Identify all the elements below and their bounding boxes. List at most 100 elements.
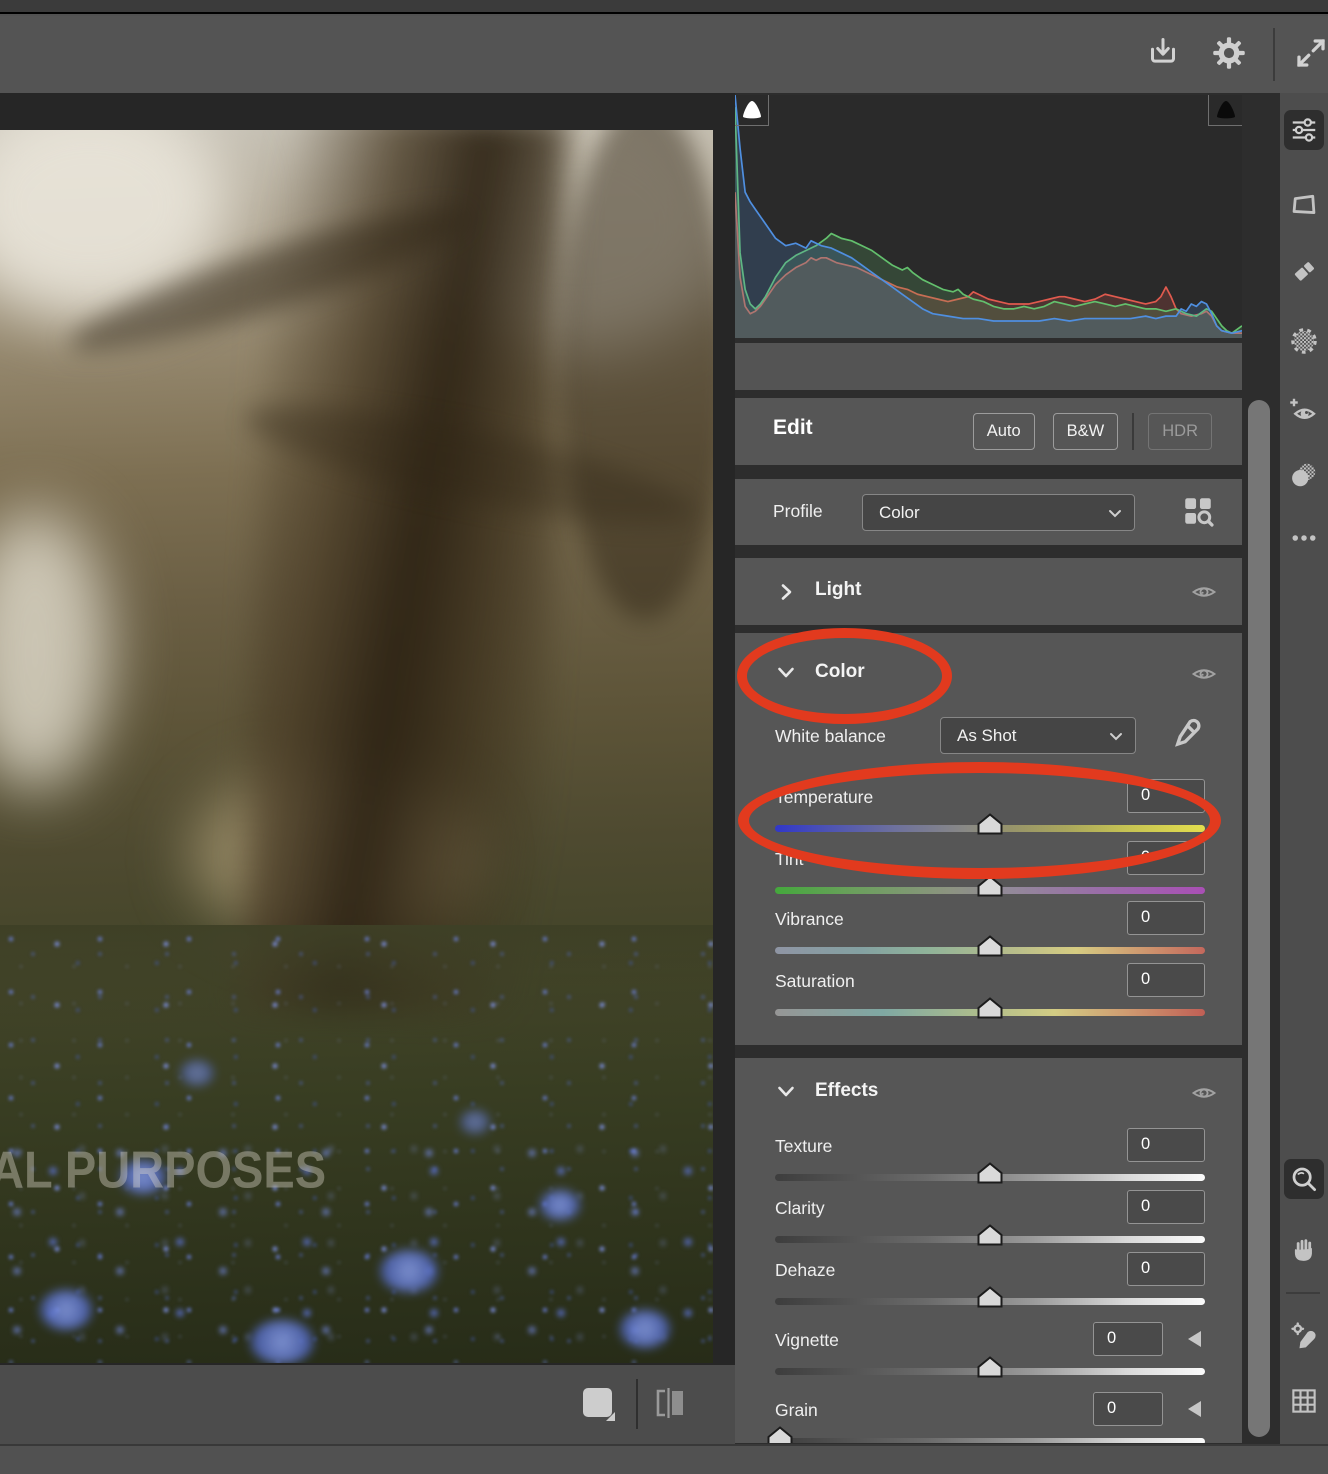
clarity-value-field[interactable]: 0 [1127,1190,1205,1224]
visibility-eye-icon[interactable] [1190,580,1218,604]
tree-branch [560,130,713,620]
bottom-strip [0,1444,1328,1474]
chevron-down-icon[interactable] [775,661,797,683]
grain-expand-icon[interactable] [1188,1401,1201,1417]
vignette-value-field[interactable]: 0 [1093,1322,1163,1356]
grid-overlay-tool[interactable] [1284,1381,1324,1421]
vibrance-slider-thumb[interactable] [977,935,1003,957]
flower-blob [380,1250,438,1292]
before-after-split-icon[interactable] [652,1386,690,1425]
light-section-header[interactable]: Light [735,558,1242,625]
tint-value: 0 [1141,848,1150,866]
panel-title: Edit [773,416,813,440]
profile-value: Color [879,503,920,523]
vibrance-value: 0 [1141,908,1150,926]
vignette-slider-thumb[interactable] [977,1356,1003,1378]
saturation-slider[interactable] [775,1009,1205,1016]
toolbar-divider [1273,28,1275,81]
saturation-slider-thumb[interactable] [977,997,1003,1019]
tint-label: Tint [775,849,804,870]
flower-blob [250,1320,314,1363]
tint-slider[interactable] [775,887,1205,894]
more-options-icon[interactable] [1284,518,1324,558]
tint-slider-thumb[interactable] [977,875,1003,897]
rail-divider [1286,1292,1320,1294]
clarity-slider-thumb[interactable] [977,1224,1003,1246]
grain-value-field[interactable]: 0 [1093,1392,1163,1426]
visibility-eye-icon[interactable] [1190,662,1218,686]
texture-slider[interactable] [775,1174,1205,1181]
temperature-slider-thumb[interactable] [977,813,1003,835]
panel-scrollbar[interactable] [1248,400,1270,1437]
vibrance-value-field[interactable]: 0 [1127,901,1205,935]
saturation-value-field[interactable]: 0 [1127,963,1205,997]
presets-tool[interactable] [1284,455,1324,495]
grain-slider-thumb[interactable] [767,1426,793,1443]
vignette-slider[interactable] [775,1368,1205,1375]
color-section-label: Color [815,661,865,683]
tint-value-field[interactable]: 0 [1127,841,1205,875]
chevron-right-icon[interactable] [775,581,797,603]
visibility-eye-icon[interactable] [1190,1081,1218,1105]
red-eye-tool[interactable] [1284,390,1324,430]
edit-panel: Edit Auto B&W HDR Profile Color [735,93,1280,1444]
vignette-expand-icon[interactable] [1188,1331,1201,1347]
histogram[interactable] [735,95,1242,338]
shadow-clipping-indicator[interactable] [735,95,769,126]
grain-label: Grain [775,1400,818,1421]
browse-profiles-icon[interactable] [1180,493,1216,534]
temperature-value-field[interactable]: 0 [1127,779,1205,813]
vibrance-slider[interactable] [775,947,1205,954]
texture-slider-thumb[interactable] [977,1162,1003,1184]
temperature-row: Temperature 0 [775,783,1205,845]
grain-slider[interactable] [775,1438,1205,1443]
healing-tool[interactable] [1284,251,1324,291]
top-toolbar [0,16,1328,93]
flower-blob [540,1190,580,1220]
pan-hand-tool[interactable] [1284,1230,1324,1270]
crop-tool[interactable] [1284,185,1324,225]
white-balance-eyedropper-icon[interactable] [1166,713,1206,762]
edit-header-card: Edit Auto B&W HDR [735,398,1242,465]
bw-button[interactable]: B&W [1053,413,1119,450]
auto-button[interactable]: Auto [973,413,1035,450]
fullscreen-expand-icon[interactable] [1292,34,1328,72]
profile-select[interactable]: Color [862,494,1135,531]
button-divider [1132,413,1134,450]
chevron-down-icon [1107,727,1125,745]
texture-value-field[interactable]: 0 [1127,1128,1205,1162]
right-tool-rail [1280,93,1328,1444]
share-export-icon[interactable] [1144,34,1182,72]
watermark-text: AL PURPOSES [0,1139,326,1200]
vignette-row: Vignette 0 [775,1326,1205,1388]
vignette-value: 0 [1107,1329,1116,1347]
hdr-button[interactable]: HDR [1148,413,1212,450]
white-balance-select[interactable]: As Shot [940,717,1136,754]
sample-eyedropper-tool[interactable] [1284,1315,1324,1355]
flower-blob [460,1110,490,1134]
white-balance-value: As Shot [957,726,1017,746]
edit-sliders-tool[interactable] [1284,110,1324,150]
zoom-tool[interactable] [1284,1159,1324,1199]
clarity-slider[interactable] [775,1236,1205,1243]
photo-info-bar [735,343,1242,390]
dehaze-value-field[interactable]: 0 [1127,1252,1205,1286]
texture-value: 0 [1141,1135,1150,1153]
clarity-label: Clarity [775,1198,825,1219]
grain-row: Grain 0 [775,1396,1205,1443]
masking-tool[interactable] [1284,321,1324,361]
dehaze-slider[interactable] [775,1298,1205,1305]
settings-gear-icon[interactable] [1210,34,1248,72]
temperature-slider[interactable] [775,825,1205,832]
dehaze-slider-thumb[interactable] [977,1286,1003,1308]
clarity-value: 0 [1141,1197,1150,1215]
effects-section: Effects Texture 0 Clarity 0 Dehaze [735,1058,1242,1443]
highlight-clipping-indicator[interactable] [1208,95,1242,126]
temperature-label: Temperature [775,787,873,808]
chevron-down-icon[interactable] [775,1080,797,1102]
photo-canvas[interactable]: AL PURPOSES [0,130,713,1363]
chevron-down-icon [1106,504,1124,522]
lightroom-window: AL PURPOSES Edit Aut [0,0,1328,1474]
effects-section-label: Effects [815,1080,878,1102]
light-section-label: Light [815,579,861,601]
